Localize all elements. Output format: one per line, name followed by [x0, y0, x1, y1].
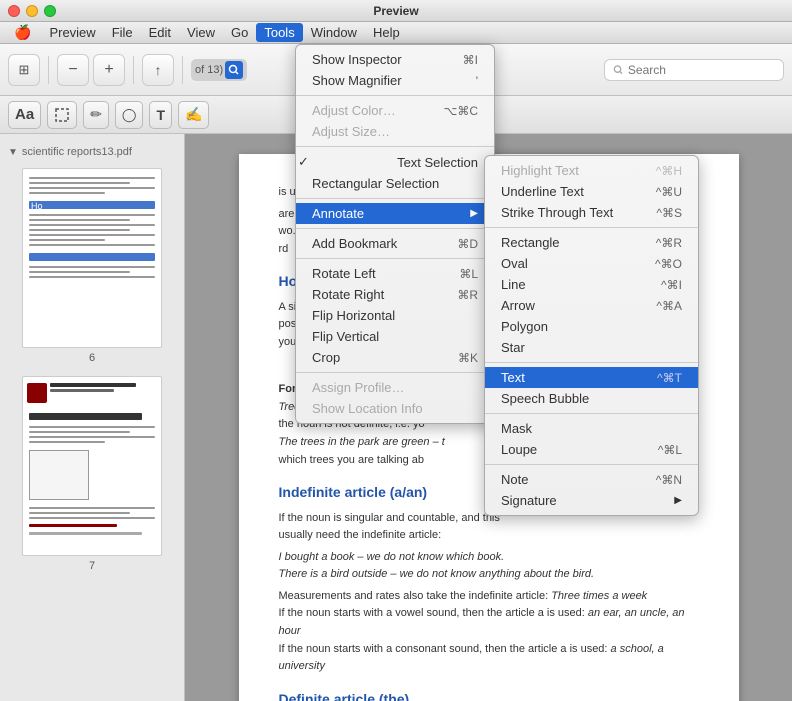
menu-go[interactable]: Go — [223, 23, 256, 42]
submenu-strike-through[interactable]: Strike Through Text ^⌘S — [485, 202, 698, 223]
submenu-arrow[interactable]: Arrow ^⌘A — [485, 295, 698, 316]
menu-rotate-right[interactable]: Rotate Right ⌘R — [296, 284, 494, 305]
menu-show-location: Show Location Info — [296, 398, 494, 419]
menu-file[interactable]: File — [104, 23, 141, 42]
search-icon-2 — [613, 64, 624, 76]
menu-window[interactable]: Window — [303, 23, 365, 42]
collapse-triangle[interactable]: ▼ — [8, 147, 18, 158]
menu-sep-1 — [296, 95, 494, 96]
nav-controls: of 13) — [191, 59, 247, 81]
menu-assign-profile: Assign Profile… — [296, 377, 494, 398]
submenu-loupe[interactable]: Loupe ^⌘L — [485, 439, 698, 460]
menu-adjust-size: Adjust Size… — [296, 121, 494, 142]
toolbar-separator-1 — [48, 56, 49, 84]
submenu-polygon[interactable]: Polygon — [485, 316, 698, 337]
submenu-mask[interactable]: Mask — [485, 418, 698, 439]
tools-menu-dropdown[interactable]: Show Inspector ⌘I Show Magnifier ' Adjus… — [295, 44, 495, 424]
search-box[interactable] — [604, 59, 784, 81]
search-button[interactable] — [225, 61, 243, 79]
shapes-button[interactable]: ◯ — [115, 101, 144, 129]
menu-sep-6 — [296, 372, 494, 373]
pdf-heading-3: Definite article (the) — [279, 688, 699, 701]
page6-image: Ho — [22, 168, 162, 348]
sidebar-header: ▼ scientific reports13.pdf — [0, 142, 184, 162]
annotate-submenu[interactable]: Highlight Text ^⌘H Underline Text ^⌘U St… — [484, 155, 699, 516]
thumbnail-page6[interactable]: Ho 6 — [0, 162, 184, 370]
title-bar: Preview — [0, 0, 792, 22]
sidebar-toggle-button[interactable]: ⊞ — [8, 54, 40, 86]
window-title: Preview — [373, 4, 418, 18]
zoom-out-button[interactable]: − — [57, 54, 89, 86]
submenu-sep-4 — [485, 464, 698, 465]
submenu-underline-text[interactable]: Underline Text ^⌘U — [485, 181, 698, 202]
page-info-left: of 13) — [195, 64, 223, 76]
submenu-highlight-text: Highlight Text ^⌘H — [485, 160, 698, 181]
menu-preview[interactable]: Preview — [41, 23, 103, 42]
sign-button[interactable]: ✍ — [178, 101, 209, 129]
page7-image — [22, 376, 162, 556]
submenu-oval[interactable]: Oval ^⌘O — [485, 253, 698, 274]
submenu-speech-bubble[interactable]: Speech Bubble — [485, 388, 698, 409]
submenu-rectangle[interactable]: Rectangle ^⌘R — [485, 232, 698, 253]
menu-bar: 🍎 Preview File Edit View Go Tools Window… — [0, 22, 792, 44]
page6-heading2 — [29, 253, 155, 261]
menu-adjust-color: Adjust Color… ⌥⌘C — [296, 100, 494, 121]
menu-sep-4 — [296, 228, 494, 229]
menu-text-selection[interactable]: Text Selection — [296, 151, 494, 173]
menu-show-inspector[interactable]: Show Inspector ⌘I — [296, 49, 494, 70]
submenu-line[interactable]: Line ^⌘I — [485, 274, 698, 295]
page6-number: 6 — [89, 352, 95, 364]
sidebar-filename: scientific reports13.pdf — [22, 146, 132, 158]
close-button[interactable] — [8, 5, 20, 17]
minimize-button[interactable] — [26, 5, 38, 17]
page6-heading: Ho — [29, 201, 155, 209]
page7-logo — [23, 377, 161, 405]
sidebar: ▼ scientific reports13.pdf Ho — [0, 134, 185, 701]
menu-sep-3 — [296, 198, 494, 199]
thumbnail-page7[interactable]: 7 — [0, 370, 184, 578]
page7-diagram — [29, 450, 89, 500]
select-rect-icon — [54, 107, 70, 123]
toolbar-separator-3 — [182, 56, 183, 84]
menu-view[interactable]: View — [179, 23, 223, 42]
submenu-sep-3 — [485, 413, 698, 414]
pen-button[interactable]: ✏ — [83, 101, 109, 129]
page7-number: 7 — [89, 560, 95, 572]
search-input[interactable] — [628, 63, 775, 77]
submenu-sep-1 — [485, 227, 698, 228]
menu-help[interactable]: Help — [365, 23, 408, 42]
menu-crop[interactable]: Crop ⌘K — [296, 347, 494, 368]
menu-show-magnifier[interactable]: Show Magnifier ' — [296, 70, 494, 91]
menu-edit[interactable]: Edit — [141, 23, 179, 42]
menu-tools[interactable]: Tools — [256, 23, 302, 42]
menu-rectangular-selection[interactable]: Rectangular Selection — [296, 173, 494, 194]
submenu-text[interactable]: Text ^⌘T — [485, 367, 698, 388]
search-icon — [228, 64, 240, 76]
aa-button[interactable]: Aa — [8, 101, 41, 129]
toolbar-separator-2 — [133, 56, 134, 84]
apple-menu[interactable]: 🍎 — [4, 22, 41, 43]
submenu-note[interactable]: Note ^⌘N — [485, 469, 698, 490]
zoom-in-button[interactable]: + — [93, 54, 125, 86]
submenu-star[interactable]: Star — [485, 337, 698, 358]
menu-sep-5 — [296, 258, 494, 259]
maximize-button[interactable] — [44, 5, 56, 17]
share-button[interactable]: ↑ — [142, 54, 174, 86]
menu-sep-2 — [296, 146, 494, 147]
menu-flip-horizontal[interactable]: Flip Horizontal — [296, 305, 494, 326]
traffic-lights — [8, 5, 56, 17]
submenu-sep-2 — [485, 362, 698, 363]
menu-annotate[interactable]: Annotate ▶ — [296, 203, 494, 224]
menu-flip-vertical[interactable]: Flip Vertical — [296, 326, 494, 347]
select-rect-button[interactable] — [47, 101, 77, 129]
menu-add-bookmark[interactable]: Add Bookmark ⌘D — [296, 233, 494, 254]
submenu-signature[interactable]: Signature ▶ — [485, 490, 698, 511]
text-button[interactable]: T — [149, 101, 172, 129]
menu-rotate-left[interactable]: Rotate Left ⌘L — [296, 263, 494, 284]
